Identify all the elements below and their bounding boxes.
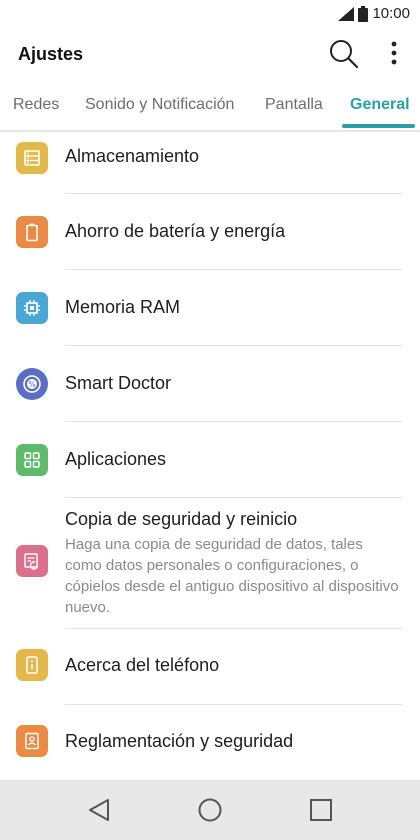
- more-vertical-icon: [391, 41, 397, 65]
- settings-item-copia-seguridad[interactable]: Copia de seguridad y reinicio Haga una c…: [0, 498, 420, 628]
- tab-general[interactable]: General: [350, 96, 410, 114]
- about-phone-icon: [16, 649, 48, 681]
- settings-item-reglamentacion[interactable]: Reglamentación y seguridad: [0, 705, 420, 780]
- home-circle-icon: [198, 798, 222, 822]
- more-options-button[interactable]: [384, 38, 404, 70]
- regulatory-icon: [16, 725, 48, 757]
- home-button[interactable]: [196, 796, 224, 824]
- tab-bar: Redes Sonido y Notificación Pantalla Gen…: [0, 80, 420, 132]
- tab-redes[interactable]: Redes: [13, 96, 59, 114]
- settings-item-subtitle: Haga una copia de seguridad de datos, ta…: [65, 536, 399, 616]
- signal-icon: [338, 6, 355, 21]
- tab-pantalla[interactable]: Pantalla: [265, 96, 323, 114]
- tab-sonido-notificacion[interactable]: Sonido y Notificación: [85, 96, 234, 114]
- settings-item-title: Almacenamiento: [65, 146, 200, 166]
- battery-status-icon: [358, 5, 369, 22]
- settings-item-title: Smart Doctor: [65, 373, 172, 393]
- settings-item-aplicaciones[interactable]: Aplicaciones: [0, 422, 420, 497]
- settings-item-memoria-ram[interactable]: Memoria RAM: [0, 270, 420, 345]
- back-button[interactable]: [86, 796, 114, 824]
- settings-item-title: Ahorro de batería y energía: [65, 221, 286, 241]
- navigation-bar: [0, 780, 420, 840]
- settings-item-title: Aplicaciones: [65, 449, 167, 469]
- settings-item-smart-doctor[interactable]: % Smart Doctor: [0, 346, 420, 421]
- settings-item-almacenamiento[interactable]: Almacenamiento: [0, 132, 420, 194]
- svg-text:%: %: [28, 380, 36, 389]
- recents-button[interactable]: [307, 796, 335, 824]
- recents-square-icon: [310, 799, 332, 821]
- apps-grid-icon: [16, 444, 48, 476]
- app-bar: Ajustes: [0, 30, 420, 80]
- settings-item-title: Acerca del teléfono: [65, 655, 220, 675]
- settings-item-ahorro-bateria[interactable]: Ahorro de batería y energía: [0, 194, 420, 269]
- back-triangle-icon: [89, 799, 109, 821]
- status-bar: 10:00: [0, 0, 420, 30]
- battery-icon: [16, 216, 48, 248]
- search-button[interactable]: [328, 38, 360, 70]
- storage-icon: [16, 142, 48, 174]
- page-title: Ajustes: [18, 44, 84, 64]
- settings-item-title: Reglamentación y seguridad: [65, 731, 294, 751]
- settings-item-title: Copia de seguridad y reinicio: [65, 509, 298, 529]
- status-time: 10:00: [372, 5, 410, 22]
- search-icon: [330, 40, 359, 69]
- backup-restore-icon: [16, 545, 48, 577]
- settings-item-acerca-telefono[interactable]: Acerca del teléfono: [0, 629, 420, 704]
- smart-doctor-icon: %: [16, 368, 48, 400]
- active-tab-indicator: [342, 124, 415, 128]
- status-indicators: 10:00: [338, 5, 410, 22]
- memory-chip-icon: [16, 292, 48, 324]
- settings-item-title: Memoria RAM: [65, 297, 181, 317]
